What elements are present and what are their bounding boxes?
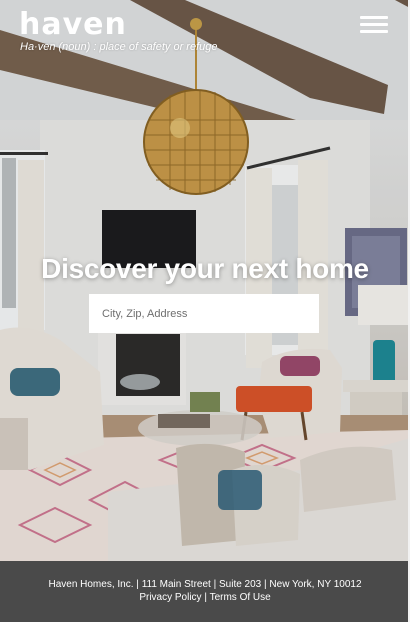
street-address: 111 Main Street (141, 579, 211, 590)
haven-logo[interactable]: haven (19, 8, 127, 42)
privacy-policy-link[interactable]: Privacy Policy (139, 592, 201, 603)
city-state-zip: New York, NY 10012 (269, 579, 362, 590)
hamburger-menu-icon[interactable] (360, 14, 388, 36)
menu-bar (360, 30, 388, 33)
menu-bar (360, 16, 388, 19)
suite-number: Suite 203 (218, 579, 262, 590)
separator: | (264, 579, 267, 590)
separator: | (213, 579, 217, 590)
location-search-input[interactable] (89, 294, 319, 333)
menu-bar (360, 23, 388, 26)
page: haven Ha·ven (noun) : place of safety or… (0, 0, 410, 622)
footer-links: Privacy Policy | Terms Of Use (0, 591, 410, 604)
footer-address: Haven Homes, Inc. | 111 Main Street | Su… (0, 578, 410, 591)
company-name: Haven Homes, Inc. (48, 579, 134, 590)
footer: Haven Homes, Inc. | 111 Main Street | Su… (0, 561, 410, 622)
separator: | (136, 579, 139, 590)
hero-headline: Discover your next home (41, 253, 369, 284)
brand-tagline: Ha·ven (noun) : place of safety or refug… (20, 41, 218, 53)
terms-of-use-link[interactable]: Terms Of Use (210, 592, 271, 603)
separator: | (204, 592, 207, 603)
